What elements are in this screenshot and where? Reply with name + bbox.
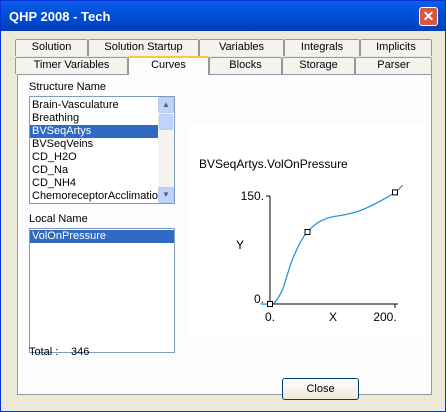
tab-storage[interactable]: Storage	[282, 57, 355, 74]
tab-solution[interactable]: Solution	[15, 39, 88, 56]
local-name-list[interactable]: VolOnPressure	[29, 228, 175, 353]
tab-blocks[interactable]: Blocks	[209, 57, 282, 74]
x-axis-label: X	[329, 310, 337, 324]
scroll-down-icon[interactable]: ▼	[158, 187, 174, 203]
total-label: Total :	[29, 346, 59, 358]
chart-title: BVSeqArtys.VolOnPressure	[199, 157, 348, 171]
tab-integrals[interactable]: Integrals	[284, 39, 360, 56]
y-tick-label-max: 150.	[241, 189, 264, 203]
structure-name-label: Structure Name	[29, 81, 107, 93]
curve-line	[260, 184, 403, 305]
curve-chart: BVSeqArtys.VolOnPressure 150. 0. 0. 200. Y X	[189, 123, 426, 335]
curve-point-1	[304, 229, 311, 235]
structure-list-item[interactable]: BVSeqArtys	[30, 125, 158, 138]
structure-name-list[interactable]: Brain-Vasculature Breathing BVSeqArtys BVSe…	[29, 96, 175, 204]
structure-list-item[interactable]: CD_H2O	[30, 151, 158, 164]
dialog-client: Solution Solution Startup Variables Inte…	[4, 31, 442, 409]
x-tick-label-min: 0.	[265, 310, 275, 324]
tab-variables[interactable]: Variables	[199, 39, 284, 56]
tab-solution-startup[interactable]: Solution Startup	[88, 39, 199, 56]
scroll-up-icon[interactable]: ▲	[158, 97, 174, 113]
x-tick-label-max: 200.	[373, 310, 396, 324]
tab-curves[interactable]: Curves	[128, 56, 209, 75]
structure-list-scrollbar[interactable]: ▲ ▼	[158, 97, 174, 203]
structure-list-item[interactable]: ChemoreceptorAcclimatio	[30, 190, 158, 203]
scroll-thumb[interactable]	[159, 114, 173, 130]
tab-timer-variables[interactable]: Timer Variables	[15, 57, 128, 74]
structure-list-item[interactable]: BVSeqVeins	[30, 138, 158, 151]
window-title: QHP 2008 - Tech	[9, 9, 111, 24]
tab-implicits[interactable]: Implicits	[360, 39, 432, 56]
window-close-button[interactable]: ✕	[419, 7, 438, 26]
close-button[interactable]: Close	[282, 378, 359, 400]
tab-parser[interactable]: Parser	[355, 57, 432, 74]
curve-point-0	[267, 301, 273, 307]
local-name-label: Local Name	[29, 213, 88, 225]
curve-chart-svg: BVSeqArtys.VolOnPressure150.0.0. 200.YX	[199, 157, 403, 324]
y-axis-label: Y	[236, 238, 244, 252]
dialog-window: QHP 2008 - Tech ✕ Solution Solution Star…	[0, 0, 446, 412]
local-list-item[interactable]: VolOnPressure	[30, 230, 174, 243]
title-bar[interactable]: QHP 2008 - Tech ✕	[1, 1, 445, 31]
structure-list-item[interactable]: Breathing	[30, 112, 158, 125]
structure-list-item[interactable]: Brain-Vasculature	[30, 99, 158, 112]
total-value: 346	[71, 346, 90, 358]
curve-point-2	[392, 189, 398, 196]
structure-list-item[interactable]: CD_Na	[30, 164, 158, 177]
structure-list-item[interactable]: CD_NH4	[30, 177, 158, 190]
